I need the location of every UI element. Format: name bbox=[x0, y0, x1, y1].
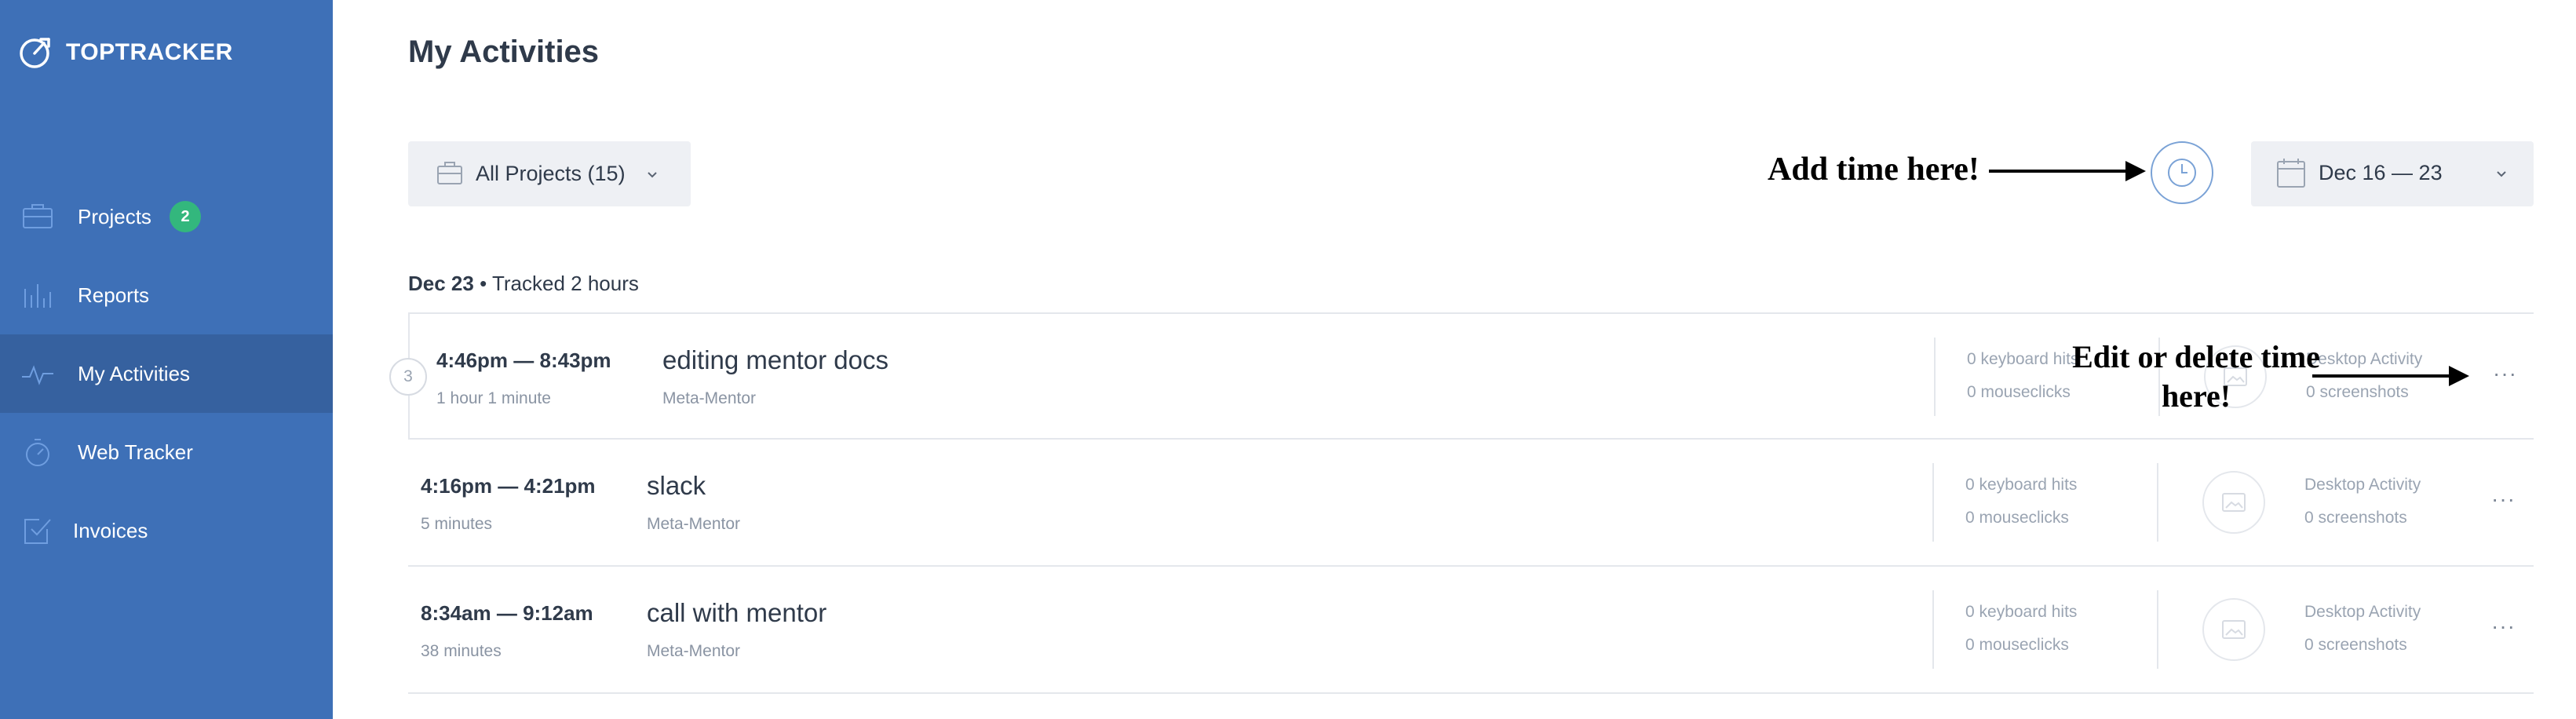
mouse-clicks: 0 mouseclicks bbox=[1965, 636, 2069, 654]
bullet-separator: • bbox=[480, 272, 487, 295]
desktop-activity-label: Desktop Activity bbox=[2304, 603, 2421, 621]
divider bbox=[2157, 590, 2158, 669]
sidebar-item-web-tracker[interactable]: Web Tracker bbox=[0, 413, 333, 491]
brand[interactable]: TOPTRACKER bbox=[17, 35, 233, 71]
divider bbox=[2157, 463, 2158, 542]
activity-row[interactable]: 8:34am — 9:12am 38 minutes call with men… bbox=[408, 567, 2534, 694]
sidebar-item-reports[interactable]: Reports bbox=[0, 256, 333, 334]
screenshot-thumbnail[interactable] bbox=[2202, 598, 2265, 661]
add-time-button[interactable] bbox=[2151, 141, 2213, 204]
activity-time: 4:16pm — 4:21pm bbox=[421, 474, 596, 498]
stopwatch-icon bbox=[26, 439, 49, 466]
projects-count-badge: 2 bbox=[170, 201, 201, 232]
day-summary: Tracked 2 hours bbox=[491, 272, 639, 295]
sidebar-item-label: My Activities bbox=[78, 361, 191, 385]
activity-task[interactable]: slack bbox=[647, 471, 706, 501]
sidebar-item-label: Reports bbox=[78, 283, 150, 307]
screenshot-thumbnail[interactable] bbox=[2202, 471, 2265, 534]
sidebar: TOPTRACKER Projects 2 Reports My Activit… bbox=[0, 0, 333, 719]
sidebar-item-label: Web Tracker bbox=[78, 440, 193, 464]
day-header: Dec 23 • Tracked 2 hours bbox=[408, 272, 639, 296]
activity-time: 4:46pm — 8:43pm bbox=[436, 349, 611, 372]
chevron-down-icon bbox=[2497, 171, 2506, 177]
more-options-button[interactable]: ··· bbox=[2493, 363, 2517, 385]
screenshots-count: 0 screenshots bbox=[2304, 509, 2407, 527]
logo-icon bbox=[20, 38, 50, 68]
sidebar-item-projects[interactable]: Projects 2 bbox=[0, 177, 333, 256]
date-range-label: Dec 16 — 23 bbox=[2319, 161, 2443, 184]
day-date: Dec 23 bbox=[408, 272, 474, 295]
clock-icon bbox=[2168, 159, 2196, 187]
chevron-down-icon bbox=[648, 172, 657, 178]
brand-name: TOPTRACKER bbox=[66, 39, 233, 65]
activity-duration: 5 minutes bbox=[421, 515, 493, 533]
project-filter-label: All Projects (15) bbox=[476, 162, 626, 185]
project-filter-dropdown[interactable]: All Projects (15) bbox=[408, 141, 691, 206]
bar-chart-icon bbox=[24, 284, 51, 308]
date-range-picker[interactable]: Dec 16 — 23 bbox=[2251, 141, 2534, 206]
mouse-clicks: 0 mouseclicks bbox=[1965, 509, 2069, 527]
calendar-icon bbox=[2277, 159, 2305, 188]
sidebar-item-invoices[interactable]: Invoices bbox=[0, 491, 333, 570]
keyboard-hits: 0 keyboard hits bbox=[1965, 476, 2078, 494]
mouse-clicks: 0 mouseclicks bbox=[1967, 383, 2071, 401]
divider bbox=[1934, 338, 1936, 416]
more-options-button[interactable]: ··· bbox=[2491, 488, 2516, 510]
arrow-icon bbox=[2312, 366, 2469, 386]
arrow-icon bbox=[1989, 161, 2146, 181]
activity-project: Meta-Mentor bbox=[647, 642, 741, 660]
briefcase-icon bbox=[437, 162, 462, 184]
keyboard-hits: 0 keyboard hits bbox=[1965, 603, 2078, 621]
page-title: My Activities bbox=[408, 35, 600, 69]
sidebar-item-my-activities[interactable]: My Activities bbox=[0, 334, 333, 413]
add-time-annotation: Add time here! bbox=[1768, 151, 1979, 188]
sidebar-item-label: Projects bbox=[78, 204, 151, 228]
activity-project: Meta-Mentor bbox=[647, 515, 741, 533]
divider bbox=[1932, 590, 1934, 669]
divider bbox=[1932, 463, 1934, 542]
activity-task[interactable]: call with mentor bbox=[647, 598, 826, 628]
invoice-check-icon bbox=[24, 519, 51, 544]
more-options-button[interactable]: ··· bbox=[2491, 615, 2516, 637]
image-icon bbox=[2222, 620, 2246, 639]
edit-delete-annotation: Edit or delete time here! bbox=[2072, 339, 2320, 414]
activity-task[interactable]: editing mentor docs bbox=[662, 345, 888, 375]
activity-project: Meta-Mentor bbox=[662, 389, 757, 407]
activity-duration: 38 minutes bbox=[421, 642, 502, 660]
group-count-badge[interactable]: 3 bbox=[389, 358, 427, 396]
sidebar-item-label: Invoices bbox=[73, 518, 148, 542]
activity-duration: 1 hour 1 minute bbox=[436, 389, 551, 407]
activity-time: 8:34am — 9:12am bbox=[421, 601, 593, 625]
activity-row[interactable]: 4:16pm — 4:21pm 5 minutes slack Meta-Men… bbox=[408, 440, 2534, 567]
image-icon bbox=[2222, 493, 2246, 512]
desktop-activity-label: Desktop Activity bbox=[2304, 476, 2421, 494]
pulse-icon bbox=[22, 365, 53, 385]
briefcase-icon bbox=[23, 204, 53, 228]
screenshots-count: 0 screenshots bbox=[2304, 636, 2407, 654]
